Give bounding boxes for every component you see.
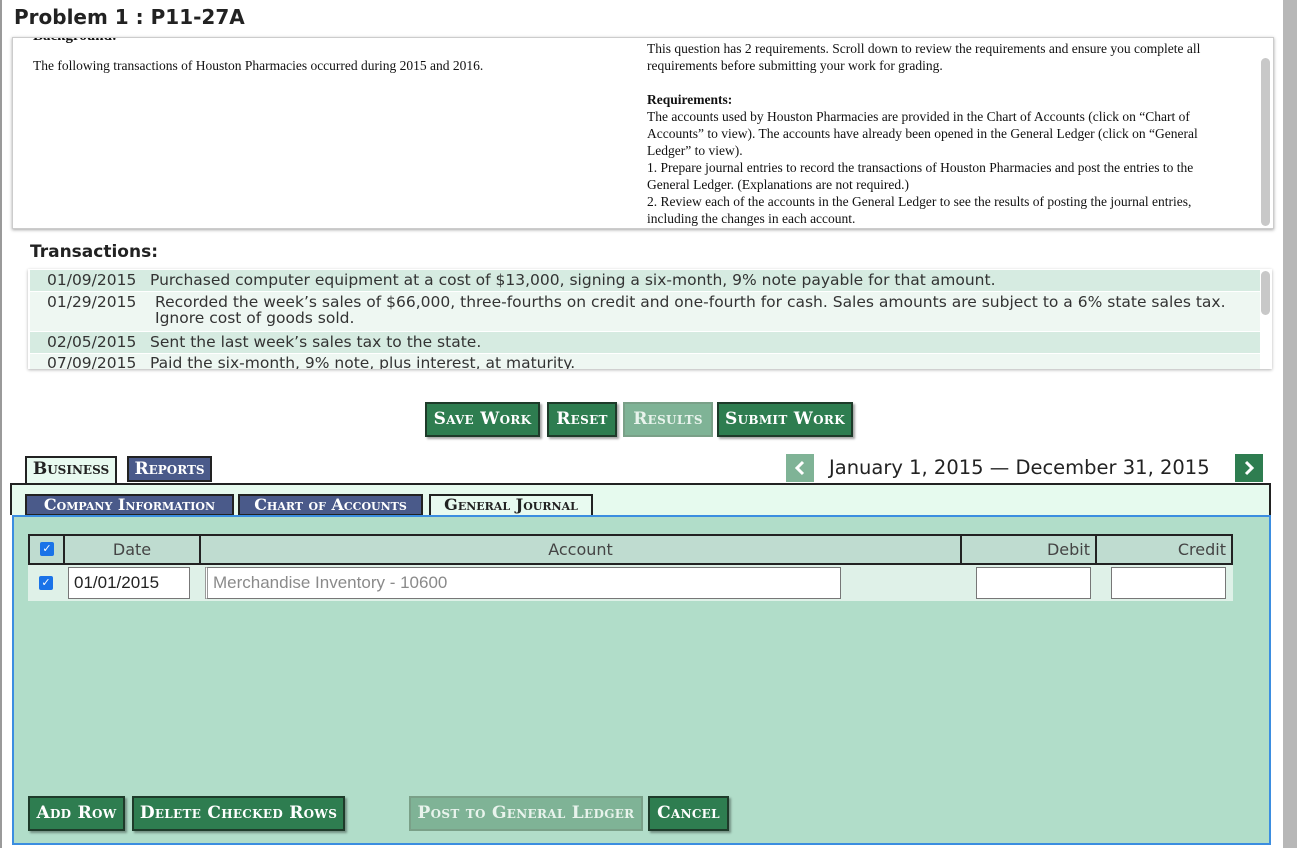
reset-button[interactable]: Reset bbox=[547, 402, 617, 437]
transaction-row: 01/29/2015 Recorded the week’s sales of … bbox=[30, 292, 1260, 331]
transaction-description: Paid the six-month, 9% note, plus intere… bbox=[150, 354, 576, 369]
tab-general-journal[interactable]: General Journal bbox=[429, 494, 593, 516]
background-panel[interactable]: Background: The following transactions o… bbox=[12, 37, 1274, 229]
requirements-note: This question has 2 requirements. Scroll… bbox=[647, 41, 1201, 73]
window-right-gutter bbox=[1283, 0, 1297, 848]
requirements-intro: The accounts used by Houston Pharmacies … bbox=[647, 109, 1198, 158]
background-scrollbar[interactable] bbox=[1261, 58, 1270, 226]
transaction-date: 01/09/2015 bbox=[47, 271, 137, 289]
cancel-button[interactable]: Cancel bbox=[648, 796, 729, 831]
window-left-border bbox=[0, 0, 2, 848]
requirements-text: This question has 2 requirements. Scroll… bbox=[647, 40, 1227, 227]
period-range: January 1, 2015 — December 31, 2015 bbox=[829, 456, 1210, 479]
transaction-date: 07/09/2015 bbox=[47, 354, 137, 369]
select-all-checkbox[interactable]: ✓ bbox=[40, 542, 54, 556]
requirements-heading: Requirements: bbox=[647, 92, 733, 107]
next-period-button[interactable] bbox=[1235, 454, 1263, 482]
transactions-scrollbar[interactable] bbox=[1261, 271, 1270, 315]
transaction-row: 07/09/2015 Paid the six-month, 9% note, … bbox=[30, 354, 1260, 369]
transactions-panel[interactable]: 01/09/2015 Purchased computer equipment … bbox=[28, 269, 1272, 369]
chevron-left-icon bbox=[794, 460, 805, 476]
transaction-date: 02/05/2015 bbox=[47, 333, 137, 351]
date-column-header: Date bbox=[63, 534, 201, 565]
credit-column-header: Credit bbox=[1095, 534, 1233, 565]
credit-input[interactable] bbox=[1111, 567, 1226, 599]
transactions-label: Transactions: bbox=[30, 242, 159, 262]
post-to-general-ledger-button[interactable]: Post to General Ledger bbox=[409, 796, 643, 831]
debit-input[interactable] bbox=[976, 567, 1091, 599]
transaction-row: 02/05/2015 Sent the last week’s sales ta… bbox=[30, 332, 1260, 353]
general-journal-panel: ✓ Date Account Debit Credit ✓ 01/01/2015… bbox=[12, 515, 1271, 845]
requirement-2: 2. Review each of the accounts in the Ge… bbox=[647, 194, 1192, 226]
tab-reports[interactable]: Reports bbox=[127, 456, 212, 482]
transaction-description: Recorded the week’s sales of $66,000, th… bbox=[155, 293, 1226, 327]
transaction-description: Purchased computer equipment at a cost o… bbox=[150, 271, 996, 289]
submit-work-button[interactable]: Submit Work bbox=[717, 402, 853, 437]
results-button[interactable]: Results bbox=[623, 402, 713, 437]
page-title: Problem 1 : P11-27A bbox=[14, 5, 245, 29]
debit-column-header: Debit bbox=[960, 534, 1097, 565]
tab-chart-of-accounts[interactable]: Chart of Accounts bbox=[238, 494, 423, 516]
add-row-button[interactable]: Add Row bbox=[28, 796, 125, 831]
chevron-right-icon bbox=[1244, 460, 1255, 476]
delete-checked-rows-button[interactable]: Delete Checked Rows bbox=[132, 796, 345, 831]
tab-business[interactable]: Business bbox=[25, 456, 117, 485]
background-intro: The following transactions of Houston Ph… bbox=[33, 58, 484, 73]
account-select[interactable]: Merchandise Inventory - 10600 bbox=[205, 567, 841, 599]
background-heading: Background: bbox=[33, 38, 117, 45]
save-work-button[interactable]: Save Work bbox=[425, 402, 540, 437]
row-checkbox[interactable]: ✓ bbox=[39, 576, 53, 590]
account-column-header: Account bbox=[199, 534, 962, 565]
transaction-date: 01/29/2015 bbox=[47, 293, 137, 311]
requirement-1: 1. Prepare journal entries to record the… bbox=[647, 160, 1194, 192]
transaction-description: Sent the last week’s sales tax to the st… bbox=[150, 333, 482, 351]
tab-company-information[interactable]: Company Information bbox=[25, 494, 234, 516]
previous-period-button[interactable] bbox=[786, 454, 814, 482]
header-checkbox-cell: ✓ bbox=[28, 534, 65, 565]
date-input[interactable]: 01/01/2015 bbox=[68, 567, 190, 599]
transaction-row: 01/09/2015 Purchased computer equipment … bbox=[30, 270, 1260, 291]
